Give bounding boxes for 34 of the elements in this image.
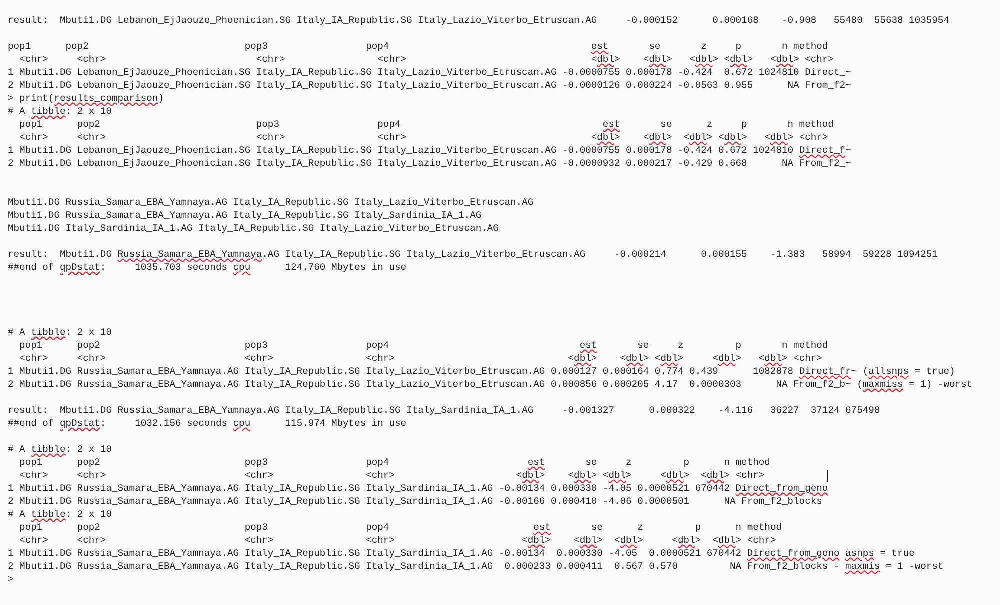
console-line: result: Mbuti1.DG Russia_Samara_EBA_Yamnaya.AG Italy_IA_Republic.SG Italy_Lazio_Viterbo_Etruscan.AG -0.000214 0.000155 -1.383 58994 59228 1094251 bbox=[8, 248, 938, 261]
console-line: <chr> <chr> <chr> <chr> <dbl> <dbl> <dbl> <dbl> <dbl> <chr> bbox=[18, 352, 822, 365]
console-line: # A tibble: 2 x 10 bbox=[8, 105, 112, 118]
console-line: pop1 pop2 pop3 pop4 est se z p n method bbox=[18, 521, 782, 534]
console-line: 2 Mbuti1.DG Russia_Samara_EBA_Yamnaya.AG Italy_IA_Republic.SG Italy_Sardinia_IA_1.AG -0.00166 0.000410 -4.06 0.0000501 NA From_f2_blocks bbox=[8, 495, 822, 508]
console-line: > bbox=[8, 573, 14, 586]
console-line: 2 Mbuti1.DG Russia_Samara_EBA_Yamnaya.AG Italy_IA_Republic.SG Italy_Lazio_Viterbo_Etruscan.AG 0.000856 0.000205 4.17 0.0000303 NA From_f2_b~ (maxmiss = 1) -worst bbox=[8, 378, 973, 391]
console-line: 1 Mbuti1.DG Lebanon_EjJaouze_Phoenician.SG Italy_IA_Republic.SG Italy_Lazio_Viterbo_Etruscan.AG -0.0000755 0.000178 -0.424 0.672 1024810 Direct_~ bbox=[8, 66, 852, 79]
console-line: Mbuti1.DG Russia_Samara_EBA_Yamnaya.AG Italy_IA_Republic.SG Italy_Lazio_Viterbo_Etruscan.AG bbox=[8, 196, 534, 209]
console-line: pop1 pop2 pop3 pop4 est se z p n method bbox=[18, 118, 834, 131]
console-line: # A tibble: 2 x 10 bbox=[8, 326, 112, 339]
console-line: <chr> <chr> <chr> <chr> <dbl> <dbl> <dbl> <dbl> <dbl> <chr> bbox=[18, 534, 776, 547]
console-line: # A tibble: 2 x 10 bbox=[8, 508, 112, 521]
console-line: result: Mbuti1.DG Russia_Samara_EBA_Yamnaya.AG Italy_IA_Republic.SG Italy_Sardinia_IA_1.AG -0.001327 0.000322 -4.116 36227 37124 675498 bbox=[8, 404, 880, 417]
console-line: pop1 pop2 pop3 pop4 est se z p n method bbox=[18, 339, 828, 352]
console-line: # A tibble: 2 x 10 bbox=[8, 443, 112, 456]
console-line: 2 Mbuti1.DG Lebanon_EjJaouze_Phoenician.SG Italy_IA_Republic.SG Italy_Lazio_Viterbo_Etruscan.AG -0.0000126 0.000224 -0.0563 0.955 NA From_f2~ bbox=[8, 79, 852, 92]
console-line: 1 Mbuti1.DG Russia_Samara_EBA_Yamnaya.AG Italy_IA_Republic.SG Italy_Lazio_Viterbo_Etruscan.AG 0.000127 0.000164 0.774 0.439 1082878 Direct_fr~ (allsnps = true) bbox=[8, 365, 956, 378]
console-line: ##end of qpDstat: 1035.703 seconds cpu 124.760 Mbytes in use bbox=[8, 261, 407, 274]
console-line: 1 Mbuti1.DG Russia_Samara_EBA_Yamnaya.AG Italy_IA_Republic.SG Italy_Sardinia_IA_1.AG -0.00134 0.000330 -4.05 0.0000521 670442 Direct_from_geno asnps = true bbox=[8, 547, 915, 560]
console-line: 1 Mbuti1.DG Lebanon_EjJaouze_Phoenician.SG Italy_IA_Republic.SG Italy_Lazio_Viterbo_Etruscan.AG -0.0000755 0.000178 -0.424 0.672 1024810 Direct_f~ bbox=[8, 144, 852, 157]
console-line: result: Mbuti1.DG Lebanon_EjJaouze_Phoenician.SG Italy_IA_Republic.SG Italy_Lazio_Viterbo_Etruscan.AG -0.000152 0.000168 -0.908 55480 55638 1035954 bbox=[8, 14, 950, 27]
console-line: Mbuti1.DG Italy_Sardinia_IA_1.AG Italy_IA_Republic.SG Italy_Lazio_Viterbo_Etruscan.AG bbox=[8, 222, 499, 235]
console-line: 2 Mbuti1.DG Russia_Samara_EBA_Yamnaya.AG Italy_IA_Republic.SG Italy_Sardinia_IA_1.AG 0.000233 0.000411 0.567 0.570 NA From_f2_blocks - maxmis = 1 -worst bbox=[8, 560, 944, 573]
console-line: ##end of qpDstat: 1032.156 seconds cpu 115.974 Mbytes in use bbox=[8, 417, 407, 430]
console-line: <chr> <chr> <chr> <chr> <dbl> <dbl> <dbl> <dbl> <dbl> <chr> bbox=[18, 53, 834, 66]
console-line: Mbuti1.DG Russia_Samara_EBA_Yamnaya.AG Italy_IA_Republic.SG Italy_Sardinia_IA_1.AG bbox=[8, 209, 482, 222]
console-line: <chr> <chr> <chr> <chr> <dbl> <dbl> <dbl> <dbl> <dbl> <chr> bbox=[18, 469, 765, 482]
console-line: <chr> <chr> <chr> <chr> <dbl> <dbl> <dbl> <dbl> <dbl> <chr> bbox=[18, 131, 828, 144]
console-line: 1 Mbuti1.DG Russia_Samara_EBA_Yamnaya.AG Italy_IA_Republic.SG Italy_Sardinia_IA_1.AG -0.00134 0.000330 -4.05 0.0000521 670442 Direct_from_geno bbox=[8, 482, 828, 495]
console-line: 2 Mbuti1.DG Lebanon_EjJaouze_Phoenician.SG Italy_IA_Republic.SG Italy_Lazio_Viterbo_Etruscan.AG -0.0000932 0.000217 -0.429 0.668 NA From_f2_~ bbox=[8, 157, 852, 170]
console-line: pop1 pop2 pop3 pop4 est se z p n method bbox=[8, 40, 828, 53]
console-line: > print(results_comparison) bbox=[8, 92, 164, 105]
console-line: pop1 pop2 pop3 pop4 est se z p n method bbox=[18, 456, 770, 469]
